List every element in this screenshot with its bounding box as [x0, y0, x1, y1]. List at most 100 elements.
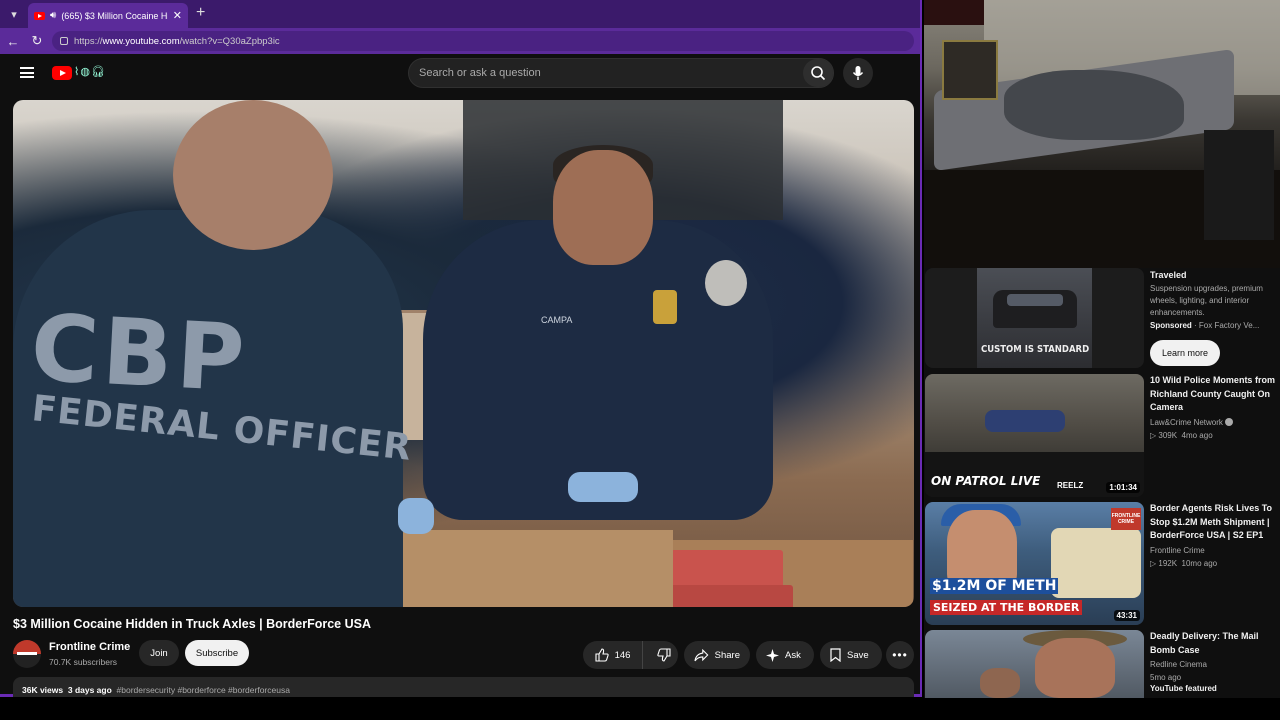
share-icon — [694, 648, 709, 661]
speaker-icon[interactable]: 🔊︎ — [50, 10, 56, 21]
bookmark-icon — [830, 648, 841, 662]
save-label: Save — [847, 649, 869, 661]
webcam-headboard — [942, 40, 998, 100]
video-player[interactable]: CAMPA CBP FEDERAL OFFICER — [13, 100, 914, 607]
more-actions-icon[interactable]: ••• — [886, 641, 914, 669]
video-thumbnail[interactable]: ON PATROL LIVE REELZ 1:01:34 — [925, 374, 1144, 497]
verified-icon — [1224, 418, 1233, 427]
description-box[interactable]: 36K views 3 days ago #bordersecurity #bo… — [13, 677, 914, 697]
ad-caption: CUSTOM IS STANDARD — [981, 344, 1090, 355]
recommendations-sidebar: CUSTOM IS STANDARD Traveled Suspension u… — [924, 268, 1280, 698]
tab-bar: ▾ 🔊︎ (665) $3 Million Cocaine Hidd ✕ + — [0, 0, 920, 28]
channel-name[interactable]: Frontline Crime — [1150, 546, 1280, 555]
thumbs-up-icon — [595, 648, 609, 662]
like-count: 146 — [614, 649, 631, 661]
thumb-brand-text: REELZ — [1057, 481, 1084, 490]
ad-description: Suspension upgrades, premium wheels, lig… — [1150, 283, 1263, 317]
like-dislike-group: 146 — [583, 641, 678, 669]
thumb-car — [985, 410, 1065, 432]
share-button[interactable]: Share — [684, 641, 750, 669]
close-tab-icon[interactable]: ✕ — [173, 9, 182, 22]
video-scene-box — [393, 530, 673, 607]
video-title[interactable]: Deadly Delivery: The Mail Bomb Case — [1150, 630, 1280, 657]
address-bar: ← ↻ https://www.youtube.com/watch?v=Q30a… — [0, 28, 920, 54]
reload-icon[interactable]: ↻ — [28, 32, 46, 50]
dislike-button[interactable] — [649, 641, 678, 669]
logo-doodle-icon[interactable]: ⌇◍🎧︎ — [74, 65, 106, 78]
ad-title[interactable]: Traveled — [1150, 269, 1280, 283]
like-button[interactable]: 146 — [583, 641, 643, 669]
thumbs-down-icon — [656, 648, 671, 662]
ad-thumbnail[interactable]: CUSTOM IS STANDARD — [925, 268, 1144, 368]
ask-label: Ask — [785, 649, 801, 661]
video-scene-badge — [653, 290, 677, 324]
ask-button[interactable]: Ask — [756, 641, 814, 669]
save-button[interactable]: Save — [820, 641, 882, 669]
webcam-overlay — [924, 0, 1280, 268]
video-duration: 1:01:34 — [1106, 482, 1140, 493]
channel-name[interactable]: Law&Crime Network — [1150, 418, 1280, 427]
subscriber-count: 70.7K subscribers — [49, 657, 118, 667]
thumb-channel-logo: FRONTLINE CRIME — [1111, 508, 1141, 530]
sparkle-icon — [766, 648, 779, 662]
video-meta: 10 Wild Police Moments from Richland Cou… — [1150, 374, 1280, 440]
ad-sponsor-line: Sponsored · Fox Factory Ve... — [1150, 320, 1260, 330]
thumb-headline: $1.2M OF METH — [930, 578, 1059, 594]
back-arrow-icon[interactable]: ← — [4, 32, 22, 50]
search-icon[interactable] — [803, 59, 833, 87]
video-title[interactable]: 10 Wild Police Moments from Richland Cou… — [1150, 374, 1280, 415]
video-duration: 43:31 — [1113, 610, 1140, 621]
screen: ▾ 🔊︎ (665) $3 Million Cocaine Hidd ✕ + ←… — [0, 0, 1280, 720]
learn-more-button[interactable]: Learn more — [1150, 340, 1220, 366]
recommended-video[interactable]: FRONTLINE CRIME $1.2M OF METH SEIZED AT … — [925, 502, 1279, 626]
video-scene-head-back — [173, 100, 333, 250]
search-input[interactable]: Search or ask a question — [408, 58, 834, 88]
share-label: Share — [714, 649, 740, 661]
webcam-poster — [924, 0, 984, 25]
video-scene-patch — [705, 260, 747, 306]
featured-badge: YouTube featured — [1150, 684, 1217, 693]
youtube-favicon-icon — [34, 11, 45, 20]
active-tab[interactable]: 🔊︎ (665) $3 Million Cocaine Hidd ✕ — [28, 3, 188, 28]
channel-name[interactable]: Frontline Crime — [49, 641, 130, 653]
youtube-header: ⌇◍🎧︎ Search or ask a question — [0, 54, 920, 94]
microphone-icon[interactable] — [843, 58, 873, 88]
upload-age: 3 days ago — [67, 685, 112, 695]
join-button[interactable]: Join — [139, 640, 179, 666]
subscribe-button[interactable]: Subscribe — [185, 640, 249, 666]
video-thumbnail[interactable]: FRONTLINE CRIME $1.2M OF METH SEIZED AT … — [925, 502, 1144, 625]
video-scene-glove — [568, 472, 638, 502]
thumb-subheadline: SEIZED AT THE BORDER — [930, 600, 1083, 615]
webcam-blanket — [1004, 70, 1184, 140]
sponsored-ad[interactable]: CUSTOM IS STANDARD Traveled Suspension u… — [925, 268, 1279, 368]
ad-truck-window — [1007, 294, 1063, 306]
browser-window: ▾ 🔊︎ (665) $3 Million Cocaine Hidd ✕ + ←… — [0, 0, 922, 697]
menu-hamburger-icon[interactable] — [20, 67, 34, 78]
view-count: 36K views — [22, 685, 64, 695]
recommended-video[interactable]: ON PATROL LIVE REELZ 1:01:34 10 Wild Pol… — [925, 374, 1279, 498]
video-scene-head — [553, 150, 653, 265]
recommended-video[interactable]: Deadly Delivery: The Mail Bomb Case Redl… — [925, 630, 1279, 698]
video-meta: Deadly Delivery: The Mail Bomb Case Redl… — [1150, 630, 1280, 693]
video-title[interactable]: Border Agents Risk Lives To Stop $1.2M M… — [1150, 502, 1280, 543]
channel-avatar[interactable] — [13, 640, 41, 668]
site-info-icon[interactable] — [60, 37, 68, 45]
thumb-live-text: ON PATROL LIVE — [931, 474, 1041, 488]
video-scene-name-tag: CAMPA — [541, 315, 573, 325]
hashtags[interactable]: #bordersecurity #borderforce #borderforc… — [117, 685, 290, 695]
new-tab-plus-icon[interactable]: + — [196, 4, 205, 22]
thumb-person — [980, 668, 1020, 698]
video-thumbnail[interactable] — [925, 630, 1144, 698]
tab-search-chevron-icon[interactable]: ▾ — [4, 4, 24, 24]
video-title: $3 Million Cocaine Hidden in Truck Axles… — [13, 617, 371, 631]
video-scene-glove — [398, 498, 434, 534]
tab-title: (665) $3 Million Cocaine Hidd — [61, 10, 168, 21]
thumb-person — [1035, 638, 1115, 698]
video-meta: Border Agents Risk Lives To Stop $1.2M M… — [1150, 502, 1280, 568]
channel-name[interactable]: Redline Cinema — [1150, 660, 1280, 669]
youtube-logo[interactable] — [52, 66, 72, 80]
video-stats: ▷ 309K 4mo ago — [1150, 430, 1213, 440]
video-stats: ▷ 192K 10mo ago — [1150, 558, 1218, 568]
thumb-packages — [1051, 528, 1141, 598]
url-field[interactable]: https://www.youtube.com/watch?v=Q30aZpbp… — [52, 31, 914, 51]
